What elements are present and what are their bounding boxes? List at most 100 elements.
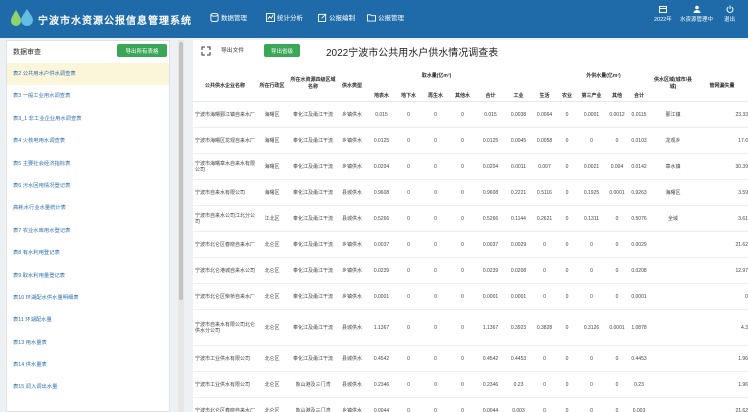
export-provincial-button[interactable]: 导出省级 [264,44,300,57]
sidebar-item[interactable]: 表10 环湖配水供水量明细表 [7,287,169,309]
logout-button[interactable]: 退出 [724,5,735,23]
cell-region: 全域 [667,215,678,222]
sidebar-item[interactable]: 表14 供水量表 [7,354,169,376]
cell-other: 0.0001 [609,189,625,196]
cell-surface: 0.0037 [373,241,390,248]
sidebar-item[interactable]: 表9 取水利用量登记表 [7,265,169,287]
col-header-company: 公共供水企业名称 [204,83,245,89]
cell-other: 0 [615,407,619,412]
cell-intake-total: 0.9608 [482,189,499,196]
nav-bulletin-management[interactable]: 公报管理 [367,12,404,22]
cell-region: 章水镇 [665,163,681,170]
cell-intake-total: 0.0044 [482,407,499,412]
cell-agriculture: 0 [565,381,569,388]
sidebar-item[interactable]: 高耗水行业水量统计表 [7,197,169,219]
cell-tertiary: 0 [590,355,593,362]
export-file-button[interactable]: 导出文件 [221,45,244,54]
table-row[interactable]: 宁波市工业供水有限公司 北仑区 象山港及三门湾 县城供水 0.2346 0 0 0 0.2346… [193,372,748,398]
cell-zone: 奉化江及甬江干流 [292,355,333,362]
sidebar-item[interactable]: 表6 污水回用情况登记表 [7,175,169,197]
nav-label: 数据管理 [221,15,247,22]
sidebar-scrollbar[interactable] [178,40,184,412]
cell-external-total: 0.0142 [631,163,647,170]
cell-other-water: 0 [461,163,464,170]
nav-bulletin-compile[interactable]: 公报编制 [318,12,355,22]
table-row[interactable]: 宁波市海曙章水自来水有限公司 海曙区 奉化江及甬江干流 乡镇供水 0.0204 0 0 0 0.… [193,154,748,180]
app-header: 宁波市水资源公报信息管理系统 数据管理 统计分析 公报编制 公报管理 2022年… [0,0,748,38]
cell-tertiary: 0 [590,381,593,388]
cell-ground: 0 [407,137,410,144]
nav-statistics[interactable]: 统计分析 [266,12,303,22]
table-row[interactable]: 宁波市自来水有限公司北仑供水分公司 北仑区 奉化江及甬江干流 县城供水 1.1367 0 0… [193,310,748,346]
sidebar-item[interactable]: 表3_1 非工业企业用水调查表 [7,108,169,130]
cell-industry: 0.003 [512,407,525,412]
cell-tertiary: 0.0021 [583,163,600,170]
cell-industry: 0.0029 [510,241,527,248]
cell-surface: 0.4542 [373,355,390,362]
sidebar-item[interactable]: 表11 环湖配水量 [7,309,169,331]
table-row[interactable]: 宁波市北仑区柴桥自来水厂 北仑区 奉化江及甬江干流 乡镇供水 0.0001 0 0 0 0.00… [193,284,748,310]
cell-loss: 3.61 [738,215,748,222]
cell-domestic: 0.007 [538,163,551,170]
cell-loss: 12.97 [735,267,748,274]
table-row[interactable]: 宁波市北仑区春晓自来水厂 北仑区 象山港及三门湾 乡镇供水 0.0044 0 0 0 0.004… [193,398,748,412]
cell-type: 县城供水 [341,381,362,388]
cell-type: 乡镇供水 [341,407,362,412]
sidebar-item[interactable]: 表13 用水量表 [7,332,169,354]
export-all-button[interactable]: 导出所有表格 [117,44,167,57]
year-selector[interactable]: 2022年 [654,5,672,23]
cell-industry: 0.0011 [511,163,526,170]
cell-other: 0 [615,355,619,362]
cell-industry: 0.23 [513,381,524,388]
cell-ground: 0 [407,267,410,274]
sidebar-item[interactable]: 表4 火核电用水调查表 [7,130,169,152]
table-row[interactable]: 宁波市工业供水有限公司 北仑区 奉化江及甬江干流 县城供水 0.4542 0 0 0 0.454… [193,346,748,372]
page-title: 2022宁波市公共用水户供水情况调查表 [326,48,499,59]
cell-region [651,398,695,412]
cell-industry: 0.3923 [510,324,527,331]
cell-other: 0 [615,215,619,222]
cell-loss: 1.96 [738,381,748,388]
cell-district: 北仑区 [264,407,280,412]
cell-external-total: 0.0115 [631,111,647,118]
col-header-type: 供水类型 [341,83,362,89]
cell-other-water: 0 [461,355,464,362]
cell-region [651,258,695,284]
cell-external-total: 0.003 [632,407,646,412]
table-row[interactable]: 宁波市自来水公司江北分公司 江北区 奉化江及甬江干流 县城供水 0.5266 0 0 0 0.5… [193,206,748,232]
table-row[interactable]: 宁波市自来水有限公司 海曙区 奉化江及甬江干流 县城供水 0.9608 0 0 0 0.9608… [193,180,748,206]
col-header-district: 所在行政区 [259,83,285,89]
cell-loss: 17.6 [738,137,748,144]
sidebar-item[interactable]: 表15 调入调出水量 [7,376,169,398]
cell-type: 县城供水 [341,215,362,222]
sidebar-item[interactable]: 表7 农业水库用水登记表 [7,220,169,242]
sidebar-item[interactable]: 表3 一般工业用水调查表 [7,85,169,107]
cell-industry: 0.0038 [510,111,527,118]
user-menu[interactable]: 水资源管理中 [680,5,713,23]
cell-agriculture: 0 [565,189,569,196]
table-row[interactable]: 宁波市北仑区春晓自来水厂 北仑区 奉化江及甬江干流 乡镇供水 0.0037 0 0 0 0.00… [193,232,748,258]
cell-industry: 0.0208 [510,267,527,274]
sidebar-item[interactable]: 表5 主要社会经济指标表 [7,153,169,175]
cell-region: 龙观乡 [665,137,681,144]
sidebar-item[interactable]: 表8 有水利用登记表 [7,242,169,264]
cell-tertiary: 0 [590,267,593,274]
col-header-agriculture: 农业 [561,93,572,99]
user-name: 水资源管理中 [680,17,714,23]
table-row[interactable]: 宁波市海曙鄞江镇自来水厂 海曙区 奉化江及甬江干流 乡镇供水 0.015 0 0 0 0.015… [193,102,748,128]
scrollbar-thumb[interactable] [179,42,183,300]
col-header-loss: 管网漏失量 [709,83,735,89]
cell-agriculture: 0 [565,215,569,222]
cell-surface: 0.0204 [373,163,390,170]
table-row[interactable]: 宁波市海曙区龙观自来水厂 海曙区 奉化江及甬江干流 乡镇供水 0.0125 0 0 0 0.01… [193,128,748,154]
cell-other: 0.0001 [609,324,625,331]
cell-company: 宁波市自来水公司江北分公司 [195,212,256,226]
cell-zone: 奉化江及甬江干流 [292,241,333,248]
cell-agriculture: 0 [565,137,569,144]
expand-icon[interactable] [201,46,211,56]
nav-data-management[interactable]: 数据管理 [210,12,247,22]
cell-other: 0.004 [610,163,624,170]
table-row[interactable]: 宁波市北仑港城自来水公司 北仑区 奉化江及甬江干流 乡镇供水 0.0239 0 0 0 0.02… [193,258,748,284]
cell-other-water: 0 [461,267,464,274]
sidebar-item[interactable]: 表2 公共用水户供水调查表 [7,63,169,86]
